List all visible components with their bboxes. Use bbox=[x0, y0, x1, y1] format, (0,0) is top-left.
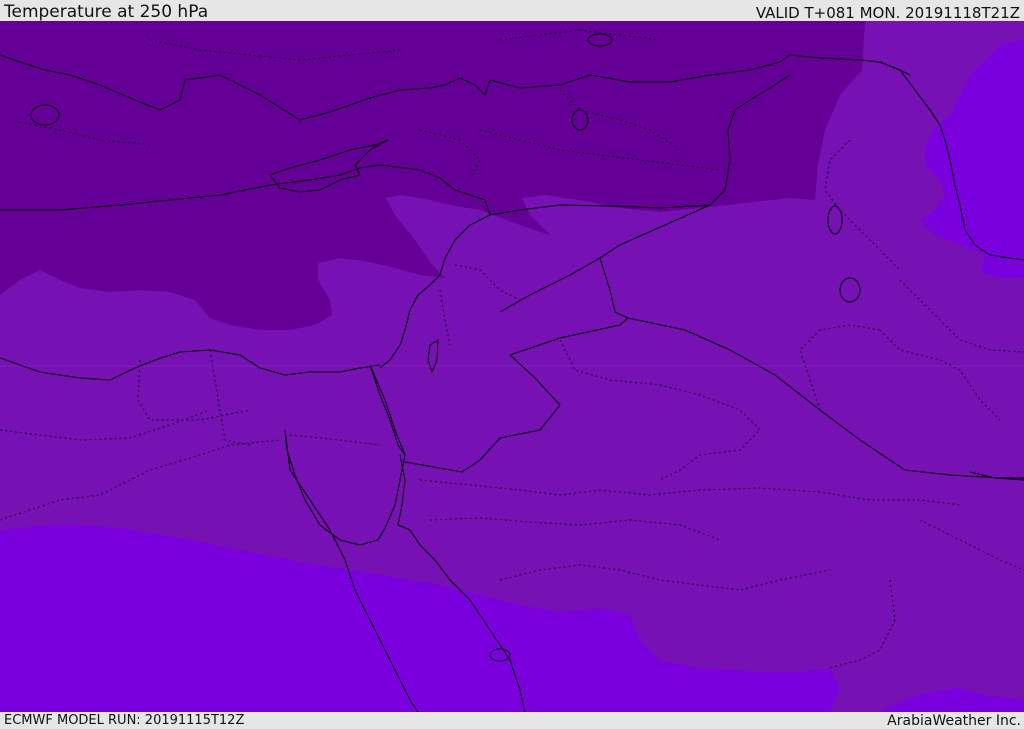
valid-time: VALID T+081 MON. 20191118T21Z bbox=[755, 4, 1020, 22]
map-canvas bbox=[0, 21, 1024, 712]
model-run: ECMWF MODEL RUN: 20191115T12Z bbox=[4, 713, 245, 728]
temperature-map[interactable] bbox=[0, 21, 1024, 712]
footer-bar: ECMWF MODEL RUN: 20191115T12Z ArabiaWeat… bbox=[0, 712, 1024, 729]
map-title: Temperature at 250 hPa bbox=[4, 2, 209, 22]
credit-text: ArabiaWeather Inc. bbox=[887, 713, 1021, 729]
header-bar: Temperature at 250 hPa VALID T+081 MON. … bbox=[0, 0, 1024, 22]
